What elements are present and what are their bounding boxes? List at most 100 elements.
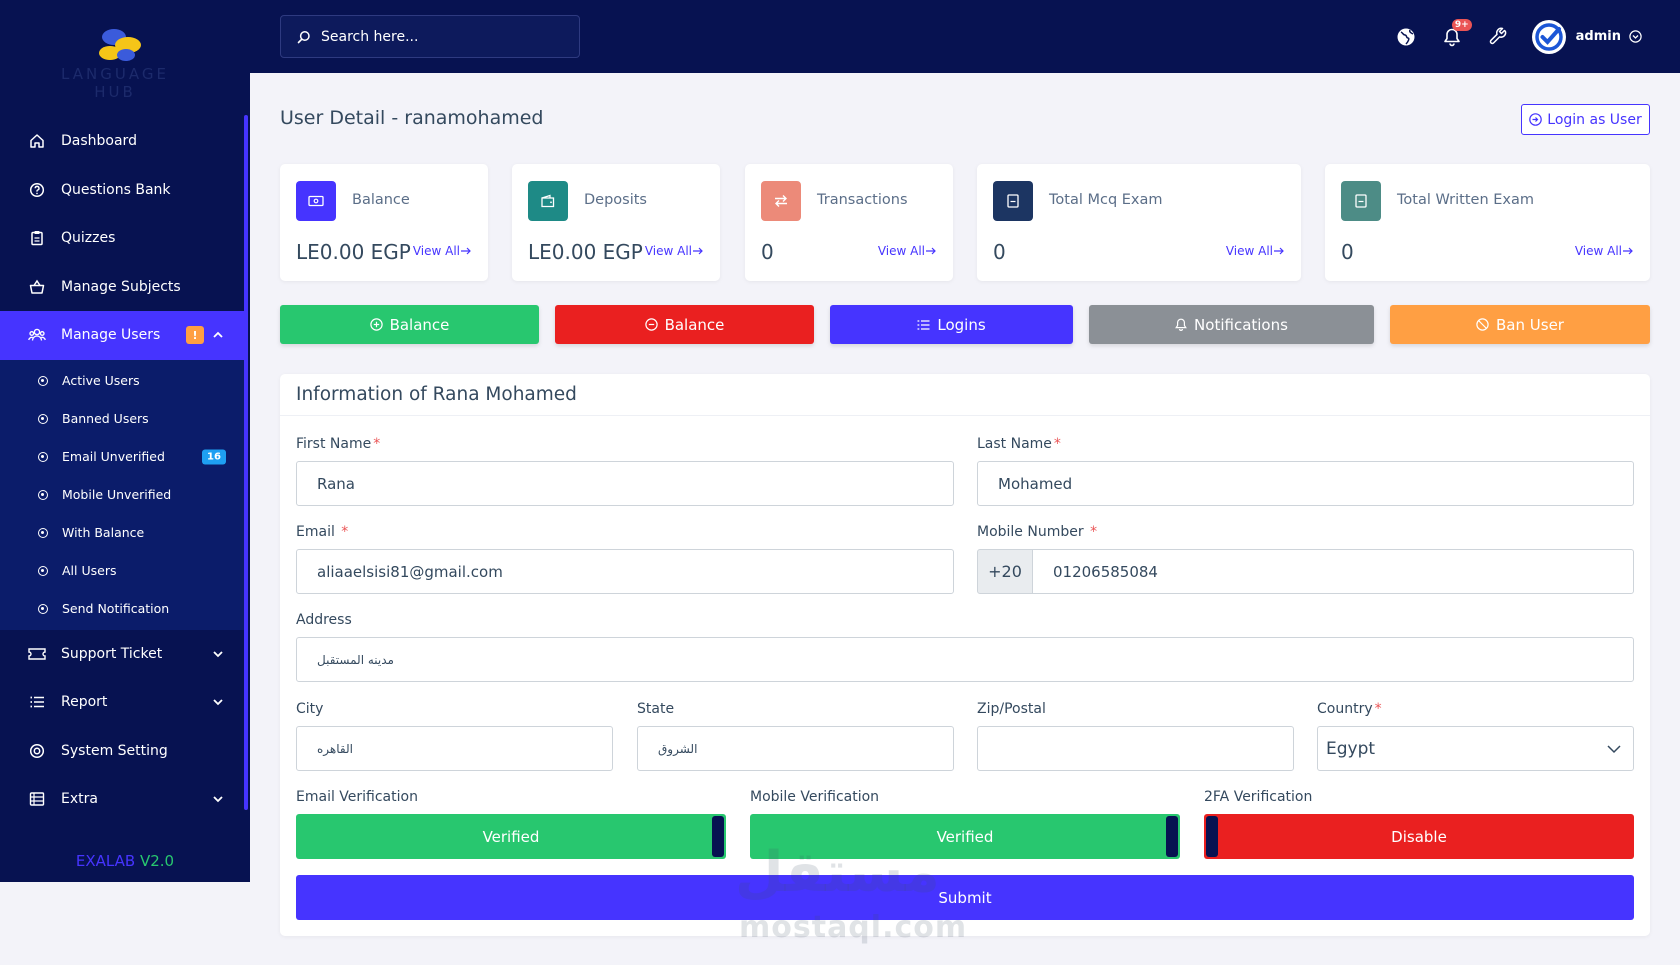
twofa-verification-state: Disable [1391, 827, 1447, 846]
wallet-icon [528, 181, 568, 221]
stat-label: Transactions [817, 192, 908, 208]
view-all-link[interactable]: View All [1575, 244, 1634, 258]
notification-count-badge: 9+ [1451, 18, 1472, 31]
ban-user-button[interactable]: Ban User [1390, 305, 1650, 344]
sidebar-item-label: Report [61, 694, 108, 711]
submit-button[interactable]: Submit [296, 875, 1634, 920]
document-icon [993, 181, 1033, 221]
search-icon [297, 30, 311, 44]
sidebar-item-label: Questions Bank [61, 181, 171, 198]
required-marker: * [373, 436, 381, 452]
stat-label: Deposits [584, 192, 647, 208]
view-all-link[interactable]: View All [878, 244, 937, 258]
first-name-label: First Name * [296, 436, 380, 452]
mobile-verification-state: Verified [936, 827, 994, 846]
warning-badge: ! [186, 326, 204, 345]
state-field[interactable]: الشروق [637, 726, 954, 771]
mobile-prefix: +20 [977, 549, 1033, 594]
search-input[interactable] [321, 28, 561, 45]
twofa-verification-label: 2FA Verification [1204, 789, 1313, 805]
view-all-link[interactable]: View All [1226, 244, 1285, 258]
sidebar-sub-email-unverified[interactable]: Email Unverified 16 [0, 438, 244, 476]
stat-label: Total Mcq Exam [1049, 192, 1163, 208]
sidebar-scrollbar[interactable] [244, 115, 248, 810]
mobile-verification-toggle[interactable]: Verified [750, 814, 1180, 859]
toggle-handle [1206, 816, 1218, 857]
stat-card-deposits: Deposits LE0.00 EGP View All [512, 164, 720, 281]
sidebar-item-questions-bank[interactable]: Questions Bank [0, 166, 244, 215]
login-as-user-label: Login as User [1547, 111, 1642, 128]
sidebar-sub-label: Mobile Unverified [62, 487, 172, 502]
home-icon [28, 132, 46, 150]
login-as-user-button[interactable]: Login as User [1521, 104, 1650, 135]
first-name-field[interactable]: Rana [296, 461, 954, 506]
view-all-label: View All [412, 244, 460, 258]
add-balance-button[interactable]: Balance [280, 305, 539, 344]
sidebar-item-manage-users[interactable]: Manage Users ! [0, 311, 244, 360]
country-select[interactable]: Egypt [1317, 726, 1634, 771]
exchange-icon [761, 181, 801, 221]
sidebar-item-label: Support Ticket [61, 645, 163, 662]
sidebar-sub-label: Active Users [62, 373, 140, 388]
stat-card-total-written-exam: Total Written Exam 0 View All [1325, 164, 1650, 281]
server-icon [28, 790, 46, 808]
chevron-circle-down-icon [1629, 30, 1642, 43]
view-all-link[interactable]: View All [413, 244, 472, 258]
required-marker: * [341, 524, 349, 540]
sidebar-item-report[interactable]: Report [0, 678, 244, 727]
mobile-verification-label: Mobile Verification [750, 789, 880, 805]
chevron-down-icon [212, 696, 224, 708]
city-field[interactable]: القاهره [296, 726, 613, 771]
globe-icon[interactable] [1394, 25, 1418, 49]
view-all-label: View All [644, 244, 692, 258]
notifications-label: Notifications [1194, 315, 1288, 334]
sidebar-sub-mobile-unverified[interactable]: Mobile Unverified [0, 476, 244, 514]
sidebar-sub-active-users[interactable]: Active Users [0, 362, 244, 400]
admin-menu[interactable]: admin [1531, 19, 1642, 54]
sidebar-sub-label: Email Unverified [62, 449, 165, 464]
sidebar-item-support-ticket[interactable]: Support Ticket [0, 630, 244, 679]
email-label: Email * [296, 524, 348, 540]
manage-users-submenu: Active Users Banned Users Email Unverifi… [0, 359, 244, 630]
zip-field[interactable] [977, 726, 1294, 771]
sidebar-item-extra[interactable]: Extra [0, 775, 244, 824]
circle-dot-icon [38, 375, 48, 386]
email-verification-toggle[interactable]: Verified [296, 814, 726, 859]
email-field[interactable]: aliaaelsisi81@gmail.com [296, 549, 954, 594]
minus-circle-icon [644, 318, 658, 331]
ticket-icon [28, 645, 46, 663]
view-all-link[interactable]: View All [645, 244, 704, 258]
wrench-icon[interactable] [1486, 25, 1510, 49]
required-marker: * [1090, 524, 1098, 540]
twofa-verification-toggle[interactable]: Disable [1204, 814, 1634, 859]
email-verification-label: Email Verification [296, 789, 418, 805]
app-version: EXALAB V2.0 [0, 852, 250, 870]
circle-dot-icon [38, 527, 48, 538]
version-name: EXALAB [75, 852, 136, 870]
notifications-button[interactable]: Notifications [1089, 305, 1374, 344]
login-icon [1529, 113, 1543, 126]
sidebar-sub-label: Send Notification [62, 601, 170, 616]
sidebar-item-quizzes[interactable]: Quizzes [0, 214, 244, 263]
bell-icon[interactable]: 9+ [1440, 18, 1472, 49]
subtract-balance-button[interactable]: Balance [555, 305, 814, 344]
sidebar-sub-with-balance[interactable]: With Balance [0, 514, 244, 552]
logins-button[interactable]: Logins [830, 305, 1073, 344]
sidebar-item-dashboard[interactable]: Dashboard [0, 117, 244, 166]
sidebar-item-label: Quizzes [61, 230, 116, 247]
brand-logo[interactable]: LANGUAGE HUB [40, 20, 190, 101]
sidebar-nav: Dashboard Questions Bank Quizzes Manage … [0, 117, 244, 824]
last-name-field[interactable]: Mohamed [977, 461, 1634, 506]
sidebar-item-manage-subjects[interactable]: Manage Subjects [0, 263, 244, 312]
address-label: Address [296, 612, 352, 628]
address-field[interactable]: مدينه المستقبل [296, 637, 1634, 682]
sidebar-item-system-setting[interactable]: System Setting [0, 727, 244, 776]
sidebar-sub-banned-users[interactable]: Banned Users [0, 400, 244, 438]
sidebar-sub-send-notification[interactable]: Send Notification [0, 590, 244, 628]
logins-label: Logins [937, 315, 986, 334]
topbar-actions: 9+ admin [1394, 0, 1680, 73]
sidebar-sub-all-users[interactable]: All Users [0, 552, 244, 590]
stat-value: 0 [1341, 240, 1354, 264]
mobile-number-field[interactable]: 01206585084 [1032, 549, 1634, 594]
stat-label: Total Written Exam [1397, 192, 1534, 208]
